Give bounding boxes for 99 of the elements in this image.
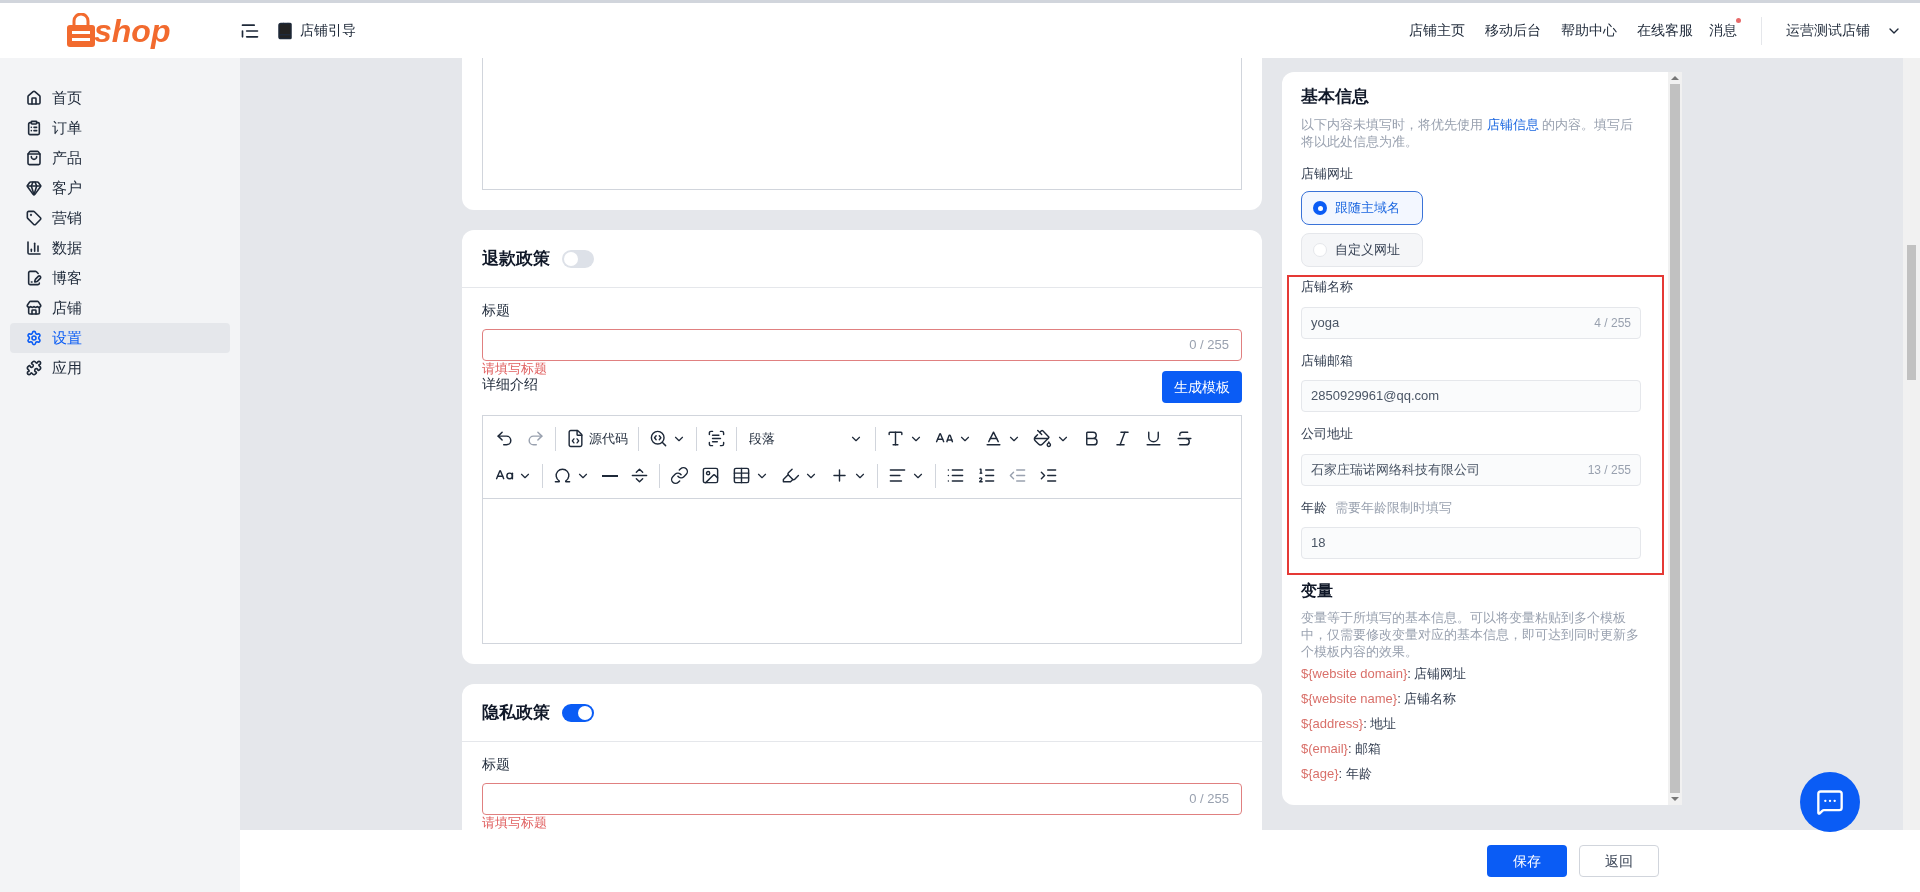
page-break-icon bbox=[630, 466, 649, 485]
section-title: 退款政策 bbox=[482, 247, 550, 270]
sidebar-icon bbox=[26, 210, 42, 226]
strikethrough-icon bbox=[1175, 429, 1194, 448]
store-guide-link[interactable]: 店铺引导 bbox=[276, 20, 356, 41]
select-all-icon bbox=[707, 429, 726, 448]
sidebar-icon bbox=[26, 150, 42, 166]
panel-description: 以下内容未填写时，将优先使用 店铺信息 的内容。填写后将以此处信息为准。 bbox=[1301, 115, 1635, 150]
shopping-bag-icon bbox=[66, 12, 96, 49]
sidebar-icon bbox=[26, 270, 42, 286]
sidebar-item[interactable]: 订单 bbox=[10, 113, 230, 143]
numbered-list-icon bbox=[977, 466, 996, 485]
highlighter-icon bbox=[781, 466, 800, 485]
sidebar-icon bbox=[26, 180, 42, 196]
messages-link[interactable]: 消息 bbox=[1709, 20, 1737, 41]
char-count: 0 / 255 bbox=[1189, 336, 1229, 355]
char-count: 0 / 255 bbox=[1189, 790, 1229, 809]
sidebar-icon bbox=[26, 300, 42, 316]
image-icon bbox=[701, 466, 720, 485]
store-switcher[interactable]: 运营测试店铺 bbox=[1786, 20, 1902, 41]
page-scrollbar[interactable] bbox=[1903, 58, 1920, 830]
code-file-icon bbox=[566, 429, 585, 448]
sidebar-item[interactable]: 应用 bbox=[10, 353, 230, 383]
indent-icon bbox=[1039, 466, 1058, 485]
section-title: 隐私政策 bbox=[482, 701, 550, 724]
sidebar-icon bbox=[26, 120, 42, 136]
error-message: 请填写标题 bbox=[482, 815, 548, 830]
chat-icon bbox=[1816, 788, 1844, 816]
field-label: 店铺邮箱 bbox=[1301, 351, 1353, 370]
field-label: 店铺网址 bbox=[1301, 164, 1354, 183]
field-value: yoga bbox=[1311, 313, 1340, 332]
outdent-icon bbox=[1008, 466, 1027, 485]
field-label: 公司地址 bbox=[1301, 425, 1353, 443]
field-label: 标题 bbox=[482, 755, 511, 774]
text-field[interactable]: 石家庄瑞诺网络科技有限公司 13 / 255 bbox=[1301, 453, 1641, 486]
variable-entry: $(email}: 邮箱 bbox=[1301, 741, 1383, 757]
bullet-list-icon bbox=[946, 466, 965, 485]
sidebar-icon bbox=[26, 90, 42, 106]
header-link[interactable]: 帮助中心 bbox=[1561, 20, 1617, 41]
sidebar-item[interactable]: 营销 bbox=[10, 203, 230, 233]
panel-title: 基本信息 bbox=[1301, 86, 1370, 108]
text-field[interactable]: yoga 4 / 255 bbox=[1301, 306, 1641, 339]
header-link[interactable]: 移动后台 bbox=[1485, 20, 1541, 41]
text-field[interactable]: 2850929961@qq.com bbox=[1301, 380, 1641, 412]
field-label: 详细介绍 bbox=[482, 375, 538, 394]
undo-icon bbox=[495, 429, 514, 448]
field-value: 18 bbox=[1311, 534, 1326, 553]
variable-entry: ${age}: 年龄 bbox=[1301, 766, 1373, 782]
field-label: 标题 bbox=[482, 301, 511, 320]
field-hint: 需要年龄限制时填写 bbox=[1335, 498, 1452, 517]
sidebar-icon bbox=[26, 240, 42, 256]
generate-template-button[interactable]: 生成模板 bbox=[1162, 371, 1242, 403]
find-replace-icon bbox=[649, 429, 668, 448]
align-left-icon bbox=[888, 466, 907, 485]
header-link[interactable]: 在线客服 bbox=[1637, 20, 1693, 41]
radio-option[interactable]: 跟随主域名 bbox=[1301, 191, 1423, 225]
italic-icon bbox=[1113, 429, 1132, 448]
panel-description: 变量等于所填写的基本信息。可以将变量粘贴到多个模板中，仅需要修改变量对应的基本信息，即可达到同时更新多个模板内容的效果。 bbox=[1301, 609, 1640, 660]
panel-title: 变量 bbox=[1301, 581, 1334, 601]
table-icon bbox=[732, 466, 751, 485]
horizontal-rule-icon bbox=[602, 474, 618, 477]
underline-icon bbox=[1144, 429, 1163, 448]
sidebar-icon bbox=[26, 360, 42, 376]
variable-entry: ${website name}: 店铺名称 bbox=[1301, 691, 1458, 707]
text-field[interactable]: 18 bbox=[1301, 527, 1641, 559]
variable-entry: ${website domain}: 店铺网址 bbox=[1301, 666, 1468, 682]
scrollbar[interactable] bbox=[1668, 72, 1682, 805]
sidebar-item[interactable]: 店铺 bbox=[10, 293, 230, 323]
scroll-up-icon bbox=[1671, 76, 1679, 80]
omega-icon bbox=[553, 466, 572, 485]
save-button[interactable]: 保存 bbox=[1487, 845, 1567, 877]
sidebar-item[interactable]: 首页 bbox=[10, 83, 230, 113]
field-value: 石家庄瑞诺网络科技有限公司 bbox=[1311, 460, 1480, 479]
header-link[interactable]: 店铺主页 bbox=[1409, 20, 1465, 41]
scroll-down-icon bbox=[1671, 797, 1679, 801]
source-code-button[interactable]: 源代码 bbox=[560, 422, 634, 455]
radio-option[interactable]: 自定义网址 bbox=[1301, 233, 1423, 267]
sidebar-item[interactable]: 产品 bbox=[10, 143, 230, 173]
char-count: 13 / 255 bbox=[1587, 461, 1631, 479]
toggle-switch[interactable] bbox=[562, 249, 594, 268]
sidebar-item[interactable]: 数据 bbox=[10, 233, 230, 263]
sidebar-item[interactable]: 客户 bbox=[10, 173, 230, 203]
sidebar-item[interactable]: 设置 bbox=[10, 323, 230, 353]
field-label: 店铺名称 bbox=[1301, 278, 1353, 296]
store-info-link[interactable]: 店铺信息 bbox=[1486, 116, 1539, 132]
link-icon bbox=[670, 466, 689, 485]
sidebar-icon bbox=[26, 330, 42, 346]
variable-entry: ${address}: 地址 bbox=[1301, 716, 1398, 732]
toggle-switch[interactable] bbox=[562, 703, 594, 722]
error-message: 请填写标题 bbox=[482, 361, 548, 377]
back-button[interactable]: 返回 bbox=[1579, 845, 1659, 877]
redo-icon bbox=[526, 429, 545, 448]
insert-icon bbox=[830, 466, 849, 485]
field-value: 2850929961@qq.com bbox=[1311, 387, 1440, 406]
block-format-dropdown[interactable]: 段落 bbox=[741, 422, 871, 455]
text-color-icon bbox=[984, 429, 1003, 448]
char-count: 4 / 255 bbox=[1594, 314, 1631, 332]
field-label: 年龄 bbox=[1301, 498, 1327, 517]
sidebar-item[interactable]: 博客 bbox=[10, 263, 230, 293]
